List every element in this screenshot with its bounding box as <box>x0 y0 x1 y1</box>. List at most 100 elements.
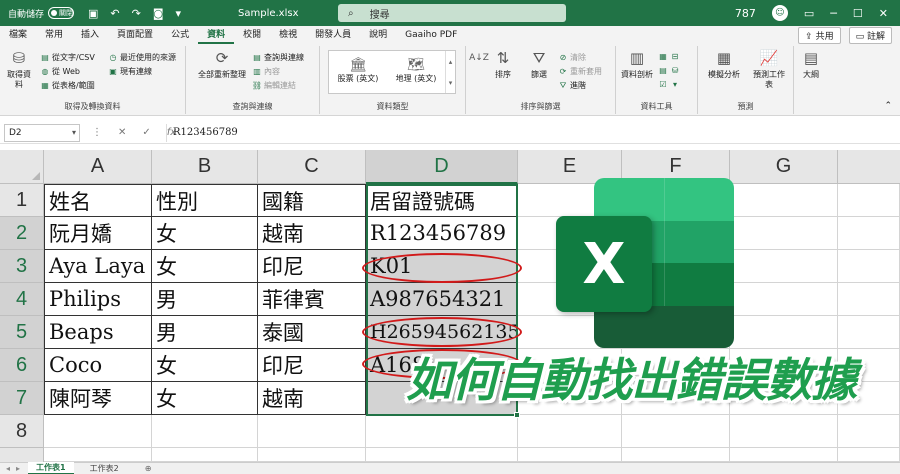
existing-connections-button[interactable]: ▣ 現有連線 <box>108 66 152 77</box>
cell-b5[interactable]: 男 <box>152 316 258 349</box>
ribbon-display-icon[interactable]: ▭ <box>804 7 814 20</box>
row-header-9[interactable] <box>0 448 44 462</box>
tab-view[interactable]: 檢視 <box>270 26 306 44</box>
empty-cell[interactable] <box>838 448 900 462</box>
cell-b3[interactable]: 女 <box>152 250 258 283</box>
cell-a2[interactable]: 阮月嬌 <box>44 217 152 250</box>
cell-c7[interactable]: 越南 <box>258 382 366 415</box>
comments-button[interactable]: ▭ 註解 <box>848 27 892 44</box>
share-button[interactable]: ⇪ 共用 <box>798 27 841 44</box>
remove-duplicates-icon[interactable]: ▤ ⛁ <box>658 66 680 75</box>
cell-d4[interactable]: A987654321 <box>366 283 518 316</box>
customize-toolbar-icon[interactable]: ▾ <box>176 7 182 20</box>
cell-c3[interactable]: 印尼 <box>258 250 366 283</box>
tab-gaaiho-pdf[interactable]: Gaaiho PDF <box>396 26 466 44</box>
column-header-d[interactable]: D <box>366 150 518 184</box>
empty-cell[interactable] <box>366 415 518 448</box>
sheet-tab-1[interactable]: 工作表1 <box>28 462 74 474</box>
empty-cell[interactable] <box>838 217 900 250</box>
cancel-icon[interactable]: ✕ <box>118 127 126 138</box>
column-header-a[interactable]: A <box>44 150 152 184</box>
empty-cell[interactable] <box>730 448 838 462</box>
row-header-1[interactable]: 1 <box>0 184 44 217</box>
tab-help[interactable]: 說明 <box>360 26 396 44</box>
row-header-6[interactable]: 6 <box>0 349 44 382</box>
formula-input[interactable]: R123456789 <box>166 123 900 142</box>
tab-file[interactable]: 檔案 <box>0 26 36 44</box>
cell-a4[interactable]: Philips <box>44 283 152 316</box>
empty-cell[interactable] <box>838 184 900 217</box>
tab-insert[interactable]: 插入 <box>72 26 108 44</box>
sort-az-button[interactable]: A↓Z <box>468 48 489 70</box>
redo-icon[interactable]: ↷ <box>132 7 141 20</box>
what-if-button[interactable]: ▦ 模擬分析 <box>704 48 744 80</box>
empty-cell[interactable] <box>44 448 152 462</box>
sort-button[interactable]: ⇅ 排序 <box>488 48 518 80</box>
text-to-columns-button[interactable]: ▥ 資料剖析 <box>620 48 654 80</box>
cell-d2[interactable]: R123456789 <box>366 217 518 250</box>
row-header-5[interactable]: 5 <box>0 316 44 349</box>
cell-b7[interactable]: 女 <box>152 382 258 415</box>
empty-cell[interactable] <box>622 448 730 462</box>
from-web-button[interactable]: ◍ 從 Web <box>40 66 80 77</box>
geography-button[interactable]: 🗺 地理 (英文) <box>387 51 445 93</box>
sheet-nav-right-icon[interactable]: ▸ <box>16 464 20 473</box>
tab-data[interactable]: 資料 <box>198 26 235 44</box>
close-icon[interactable]: ✕ <box>879 7 888 20</box>
recent-sources-button[interactable]: ◷ 最近使用的來源 <box>108 52 177 63</box>
empty-cell[interactable] <box>622 415 730 448</box>
tab-review[interactable]: 校閱 <box>234 26 270 44</box>
name-box[interactable]: D2 ▾ <box>4 123 80 142</box>
cell-c6[interactable]: 印尼 <box>258 349 366 382</box>
cell-b2[interactable]: 女 <box>152 217 258 250</box>
cell-b6[interactable]: 女 <box>152 349 258 382</box>
cell-c5[interactable]: 泰國 <box>258 316 366 349</box>
empty-cell[interactable] <box>44 415 152 448</box>
from-table-button[interactable]: ▦ 從表格/範圍 <box>40 80 94 91</box>
enter-icon[interactable]: ✓ <box>142 127 150 138</box>
tab-developer[interactable]: 開發人員 <box>306 26 360 44</box>
cell-d3[interactable]: K01 <box>366 250 518 283</box>
cell-a6[interactable]: Coco <box>44 349 152 382</box>
sheet-nav-left-icon[interactable]: ◂ <box>6 464 10 473</box>
cell-b4[interactable]: 男 <box>152 283 258 316</box>
empty-cell[interactable] <box>730 250 838 283</box>
clear-button[interactable]: ⊘ 清除 <box>558 52 586 63</box>
gallery-scroll[interactable]: ▴ ▾ <box>445 51 455 93</box>
add-sheet-icon[interactable]: ⊕ <box>145 464 152 473</box>
get-data-button[interactable]: ⛁ 取得資料 <box>4 48 34 90</box>
empty-cell[interactable] <box>730 415 838 448</box>
column-header-h[interactable] <box>838 150 900 184</box>
empty-cell[interactable] <box>518 415 622 448</box>
empty-cell[interactable] <box>152 415 258 448</box>
tab-page-layout[interactable]: 頁面配置 <box>108 26 162 44</box>
collapse-ribbon-icon[interactable]: ⌃ <box>884 101 892 111</box>
empty-cell[interactable] <box>518 448 622 462</box>
from-text-csv-button[interactable]: ▤ 從文字/CSV <box>40 52 95 63</box>
camera-icon[interactable]: ◙ <box>153 7 164 20</box>
empty-cell[interactable] <box>730 283 838 316</box>
flash-fill-icon[interactable]: ▦ ⊟ <box>658 52 680 61</box>
edit-links-button[interactable]: ⛓ 編輯連結 <box>252 80 296 91</box>
cell-a3[interactable]: Aya Laya <box>44 250 152 283</box>
tab-home[interactable]: 常用 <box>36 26 72 44</box>
outline-button[interactable]: ▤ 大綱 <box>798 48 824 80</box>
column-header-g[interactable]: G <box>730 150 838 184</box>
restore-icon[interactable]: ☐ <box>853 7 863 20</box>
empty-cell[interactable] <box>258 415 366 448</box>
avatar[interactable]: ☺ <box>771 5 788 21</box>
row-header-3[interactable]: 3 <box>0 250 44 283</box>
autosave-control[interactable]: 自動儲存 關閉 <box>8 7 75 20</box>
refresh-all-button[interactable]: ⟳ 全部重新整理 <box>194 48 250 80</box>
empty-cell[interactable] <box>838 250 900 283</box>
advanced-button[interactable]: ⛛ 進階 <box>558 80 586 91</box>
minimize-icon[interactable]: ─ <box>830 7 837 20</box>
row-header-2[interactable]: 2 <box>0 217 44 250</box>
select-all-button[interactable] <box>0 150 44 184</box>
empty-cell[interactable] <box>366 448 518 462</box>
cell-a7[interactable]: 陳阿琴 <box>44 382 152 415</box>
cell-c4[interactable]: 菲律賓 <box>258 283 366 316</box>
autosave-toggle[interactable]: 關閉 <box>48 7 75 19</box>
forecast-sheet-button[interactable]: 📈 預測工作表 <box>750 48 788 90</box>
row-header-8[interactable]: 8 <box>0 415 44 448</box>
